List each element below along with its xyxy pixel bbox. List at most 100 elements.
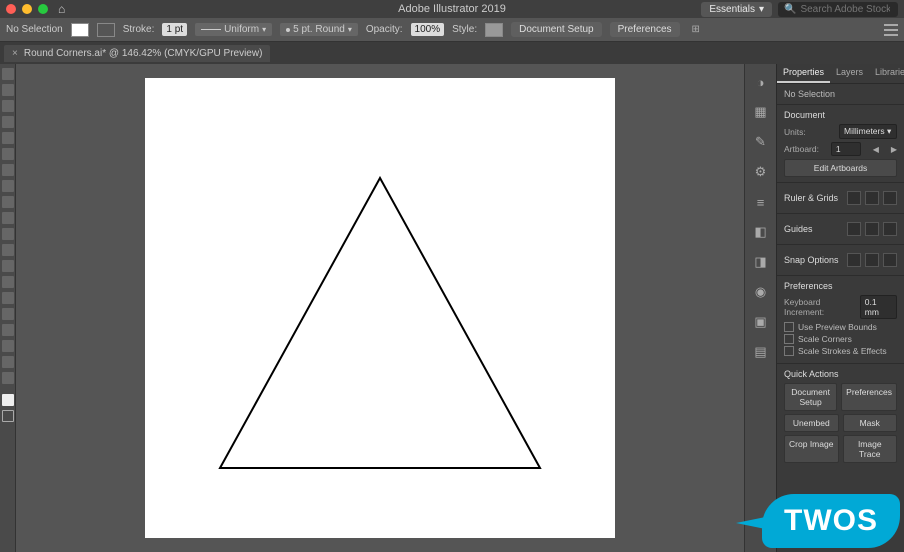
brush-label: 5 pt. Round (293, 24, 345, 35)
blend-tool-icon[interactable] (2, 292, 14, 304)
rotate-tool-icon[interactable] (2, 196, 14, 208)
workspace-switcher[interactable]: Essentials ▾ (701, 2, 772, 17)
width-tool-icon[interactable] (2, 228, 14, 240)
shape-builder-tool-icon[interactable] (2, 244, 14, 256)
smart-guides-icon[interactable] (883, 222, 897, 236)
main-area: ◑ ▦ ✎ ⚙ ≡ ◧ ◨ ◉ ▣ ▤ Properties Layers Li… (0, 64, 904, 552)
artboard-tool-icon[interactable] (2, 324, 14, 336)
snap-pixel-icon[interactable] (883, 253, 897, 267)
layers-panel-icon[interactable]: ▤ (751, 342, 771, 362)
properties-panel: Properties Layers Libraries No Selection… (776, 64, 904, 552)
quick-actions-heading: Quick Actions (784, 369, 897, 379)
qa-document-setup-button[interactable]: Document Setup (784, 383, 837, 411)
use-preview-bounds-checkbox[interactable]: Use Preview Bounds (784, 322, 897, 332)
opacity-field[interactable]: 100% (411, 23, 445, 36)
transparency-panel-icon[interactable]: ◨ (751, 252, 771, 272)
checkbox-icon (784, 346, 794, 356)
snap-point-icon[interactable] (847, 253, 861, 267)
artboard-next-icon[interactable]: ▶ (891, 145, 897, 154)
qa-preferences-button[interactable]: Preferences (841, 383, 897, 411)
document-setup-button[interactable]: Document Setup (511, 22, 602, 37)
stroke-label: Stroke: (123, 24, 155, 35)
preferences-heading: Preferences (784, 281, 897, 291)
stroke-panel-icon[interactable]: ≡ (751, 192, 771, 212)
artboard-field[interactable]: 1 (831, 142, 861, 156)
qa-mask-button[interactable]: Mask (843, 414, 898, 432)
swatches-panel-icon[interactable]: ▦ (751, 102, 771, 122)
guides-lock-icon[interactable] (865, 222, 879, 236)
ruler-grids-section: Ruler & Grids (777, 183, 904, 214)
close-tab-icon[interactable]: × (12, 48, 18, 59)
minimize-window-button[interactable] (22, 4, 32, 14)
fill-color-icon[interactable] (2, 394, 14, 406)
tab-layers[interactable]: Layers (830, 64, 869, 83)
qa-crop-image-button[interactable]: Crop Image (784, 435, 839, 463)
color-panel-icon[interactable]: ◑ (751, 72, 771, 92)
panel-tabs: Properties Layers Libraries (777, 64, 904, 84)
line-tool-icon[interactable] (2, 132, 14, 144)
preferences-section: Preferences Keyboard Increment: 0.1 mm U… (777, 276, 904, 364)
scale-strokes-checkbox[interactable]: Scale Strokes & Effects (784, 346, 897, 356)
gradient-panel-icon[interactable]: ◧ (751, 222, 771, 242)
checkbox-icon (784, 322, 794, 332)
tools-panel (0, 64, 16, 552)
app-title: Adobe Illustrator 2019 (398, 3, 506, 15)
keyboard-increment-label: Keyboard Increment: (784, 297, 856, 317)
qa-image-trace-button[interactable]: Image Trace (843, 435, 898, 463)
scale-corners-checkbox[interactable]: Scale Corners (784, 334, 897, 344)
snap-grid-icon[interactable] (865, 253, 879, 267)
style-swatch[interactable] (485, 23, 503, 37)
stroke-profile-dropdown[interactable]: Uniform ▾ (195, 23, 272, 36)
qa-unembed-button[interactable]: Unembed (784, 414, 839, 432)
tab-libraries[interactable]: Libraries (869, 64, 904, 83)
scale-tool-icon[interactable] (2, 212, 14, 224)
close-window-button[interactable] (6, 4, 16, 14)
appearance-panel-icon[interactable]: ◉ (751, 282, 771, 302)
units-dropdown[interactable]: Millimeters ▾ (839, 124, 897, 139)
gradient-tool-icon[interactable] (2, 260, 14, 272)
eraser-tool-icon[interactable] (2, 180, 14, 192)
canvas[interactable] (16, 64, 744, 552)
stroke-color-icon[interactable] (2, 410, 14, 422)
artboard-prev-icon[interactable]: ◀ (873, 145, 879, 154)
preferences-button[interactable]: Preferences (610, 22, 680, 37)
symbol-sprayer-tool-icon[interactable] (2, 308, 14, 320)
graphic-styles-panel-icon[interactable]: ▣ (751, 312, 771, 332)
hand-tool-icon[interactable] (2, 356, 14, 368)
stroke-weight-field[interactable]: 1 pt (162, 23, 187, 36)
symbols-panel-icon[interactable]: ⚙ (751, 162, 771, 182)
edit-artboards-button[interactable]: Edit Artboards (784, 159, 897, 177)
brush-tool-icon[interactable] (2, 164, 14, 176)
uniform-line-icon (201, 29, 221, 30)
zoom-tool-icon[interactable] (2, 372, 14, 384)
home-icon[interactable]: ⌂ (58, 2, 65, 16)
fill-swatch[interactable] (71, 23, 89, 37)
transparency-grid-icon[interactable] (883, 191, 897, 205)
panel-menu-icon[interactable] (884, 24, 898, 36)
document-tab[interactable]: × Round Corners.ai* @ 146.42% (CMYK/GPU … (4, 45, 270, 62)
grid-icon[interactable] (865, 191, 879, 205)
guides-section: Guides (777, 214, 904, 245)
type-tool-icon[interactable] (2, 116, 14, 128)
opacity-label: Opacity: (366, 24, 403, 35)
adobe-stock-search[interactable]: 🔍 (778, 2, 898, 17)
slice-tool-icon[interactable] (2, 340, 14, 352)
artboard (145, 78, 615, 538)
ruler-icon[interactable] (847, 191, 861, 205)
selection-tool-icon[interactable] (2, 68, 14, 80)
align-icon[interactable]: ⊞ (692, 24, 700, 35)
units-label: Units: (784, 127, 806, 137)
stroke-swatch[interactable] (97, 23, 115, 37)
keyboard-increment-field[interactable]: 0.1 mm (860, 295, 897, 319)
guides-show-icon[interactable] (847, 222, 861, 236)
brushes-panel-icon[interactable]: ✎ (751, 132, 771, 152)
rectangle-tool-icon[interactable] (2, 148, 14, 160)
document-tabs: × Round Corners.ai* @ 146.42% (CMYK/GPU … (0, 42, 904, 64)
search-input[interactable] (800, 4, 890, 15)
tab-properties[interactable]: Properties (777, 64, 830, 83)
direct-selection-tool-icon[interactable] (2, 84, 14, 96)
eyedropper-tool-icon[interactable] (2, 276, 14, 288)
maximize-window-button[interactable] (38, 4, 48, 14)
pen-tool-icon[interactable] (2, 100, 14, 112)
brush-dropdown[interactable]: 5 pt. Round ▾ (280, 23, 358, 36)
